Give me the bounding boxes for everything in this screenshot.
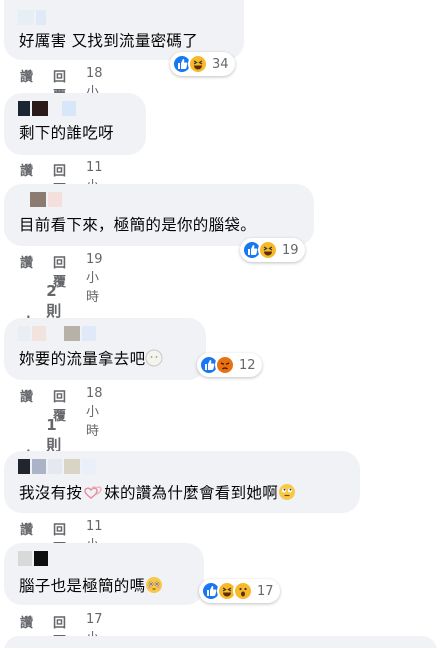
commenter-name-redacted[interactable] — [18, 101, 76, 117]
commenter-name-redacted[interactable] — [30, 192, 62, 208]
commenter-name-redacted[interactable] — [18, 551, 48, 567]
reaction-summary[interactable]: 17 — [199, 579, 280, 603]
comment-bubble: 目前看下來，極簡的是你的腦袋。 — [4, 184, 314, 246]
comment-text-part-2: 妹的讚為什麼會看到她啊 — [104, 484, 279, 502]
comment-text: 目前看下來，極簡的是你的腦袋。 — [19, 216, 257, 234]
comment-text-body: 妳要的流量拿去吧 — [19, 350, 146, 368]
commenter-name-redacted[interactable] — [18, 10, 46, 26]
rolling-eyes-icon — [278, 483, 296, 501]
heart-sticker-icon — [82, 483, 104, 501]
comment-text: 妳要的流量拿去吧 — [19, 349, 163, 369]
reaction-summary[interactable]: 12 — [197, 353, 262, 377]
reaction-summary[interactable]: 19 — [240, 238, 305, 262]
comment-text: 好厲害 又找到流量密碼了 — [19, 32, 199, 50]
haha-icon — [188, 54, 208, 74]
comment-text-body: 腦子也是極簡的嗎 — [19, 577, 146, 595]
angry-icon — [215, 355, 235, 375]
comment-bubble: 腦子也是極簡的嗎 — [4, 543, 204, 605]
reaction-count: 19 — [282, 242, 299, 258]
smiling-face-icon — [145, 349, 163, 367]
timestamp[interactable]: 18小時 — [86, 386, 103, 439]
timestamp[interactable]: 19小時 — [86, 252, 103, 305]
wow-icon — [233, 581, 253, 601]
comment-text-part-1: 我沒有按 — [19, 484, 83, 502]
comment-text: 我沒有按 妹的讚為什麼會看到她啊 — [19, 483, 296, 503]
reaction-count: 34 — [212, 56, 229, 72]
comment-bubble: 我沒有按 妹的讚為什麼會看到她啊 — [4, 451, 360, 513]
comment-text: 剩下的誰吃呀 — [19, 124, 114, 142]
comment-bubble: 剩下的誰吃呀 — [4, 93, 146, 155]
comment-bubble: 妳要的流量拿去吧 — [4, 318, 206, 380]
reaction-summary[interactable]: 34 — [170, 52, 235, 76]
comment-bubble: 好厲害 又找到流量密碼了 — [4, 0, 244, 60]
reaction-count: 17 — [257, 583, 274, 599]
haha-icon — [258, 240, 278, 260]
comment-text: 腦子也是極簡的嗎 — [19, 576, 163, 596]
commenter-name-redacted[interactable] — [18, 326, 96, 342]
reaction-count: 12 — [239, 357, 256, 373]
next-comment-bubble — [4, 636, 437, 648]
flushed-face-icon — [145, 576, 163, 594]
commenter-name-redacted[interactable] — [18, 459, 96, 475]
